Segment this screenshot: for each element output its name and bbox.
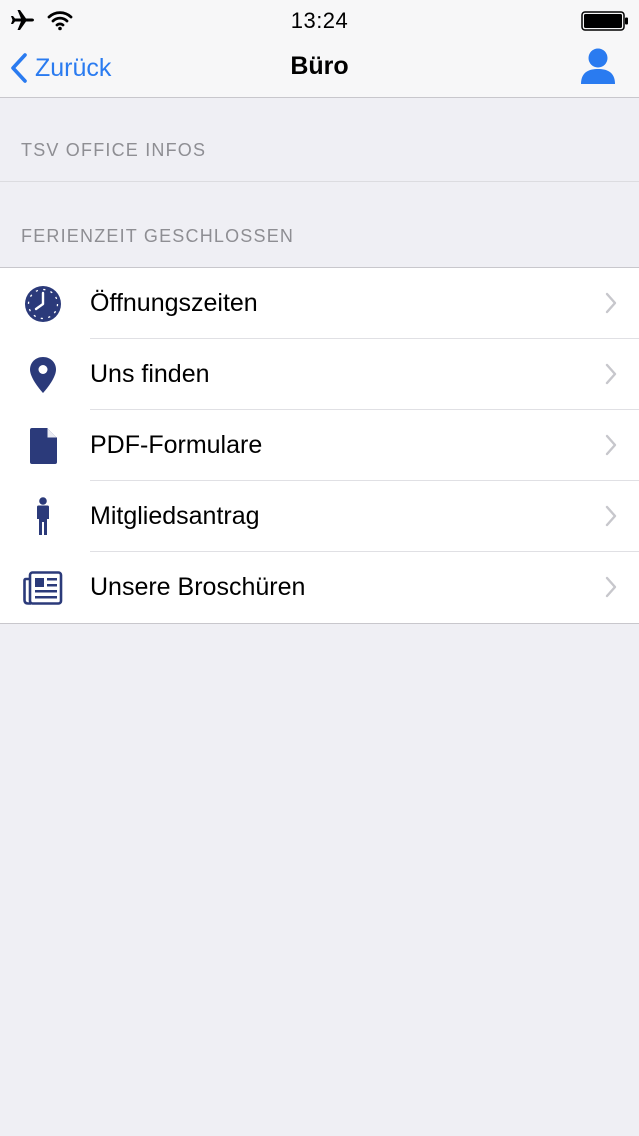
section-header-ferienzeit: FERIENZEIT GESCHLOSSEN [0, 182, 639, 267]
clock-icon [25, 285, 61, 322]
profile-icon[interactable] [579, 46, 617, 86]
chevron-right-icon [605, 434, 617, 456]
content: TSV OFFICE INFOS FERIENZEIT GESCHLOSSEN … [0, 98, 639, 624]
person-icon [37, 496, 49, 535]
menu-list: Öffnungszeiten Uns finden PDF-Formulare … [0, 267, 639, 624]
chevron-right-icon [605, 292, 617, 314]
list-item-uns-finden[interactable]: Uns finden [0, 339, 639, 410]
status-time: 13:24 [290, 8, 349, 33]
list-item-mitgliedsantrag[interactable]: Mitgliedsantrag [0, 481, 639, 552]
section-header-label: TSV OFFICE INFOS [21, 140, 207, 160]
list-item-oeffnungszeiten[interactable]: Öffnungszeiten [0, 268, 639, 339]
list-item-label: PDF-Formulare [90, 431, 263, 459]
location-pin-icon [30, 356, 56, 393]
newspaper-icon [23, 570, 63, 605]
status-bar: 13:24 [0, 0, 639, 40]
section-header-office-infos: TSV OFFICE INFOS [0, 98, 639, 182]
list-item-pdf-formulare[interactable]: PDF-Formulare [0, 410, 639, 481]
navigation-bar: Zurück Büro [0, 40, 639, 98]
chevron-right-icon [605, 576, 617, 598]
section-header-label: FERIENZEIT GESCHLOSSEN [21, 226, 295, 246]
list-item-label: Öffnungszeiten [90, 289, 258, 317]
document-icon [30, 427, 57, 464]
list-item-label: Uns finden [90, 360, 210, 388]
page-title: Büro [290, 52, 349, 80]
battery-icon [581, 11, 628, 31]
chevron-right-icon [605, 505, 617, 527]
list-item-label: Mitgliedsantrag [90, 502, 260, 530]
chevron-right-icon [605, 363, 617, 385]
list-item-label: Unsere Broschüren [90, 573, 306, 601]
list-item-unsere-broschueren[interactable]: Unsere Broschüren [0, 552, 639, 623]
